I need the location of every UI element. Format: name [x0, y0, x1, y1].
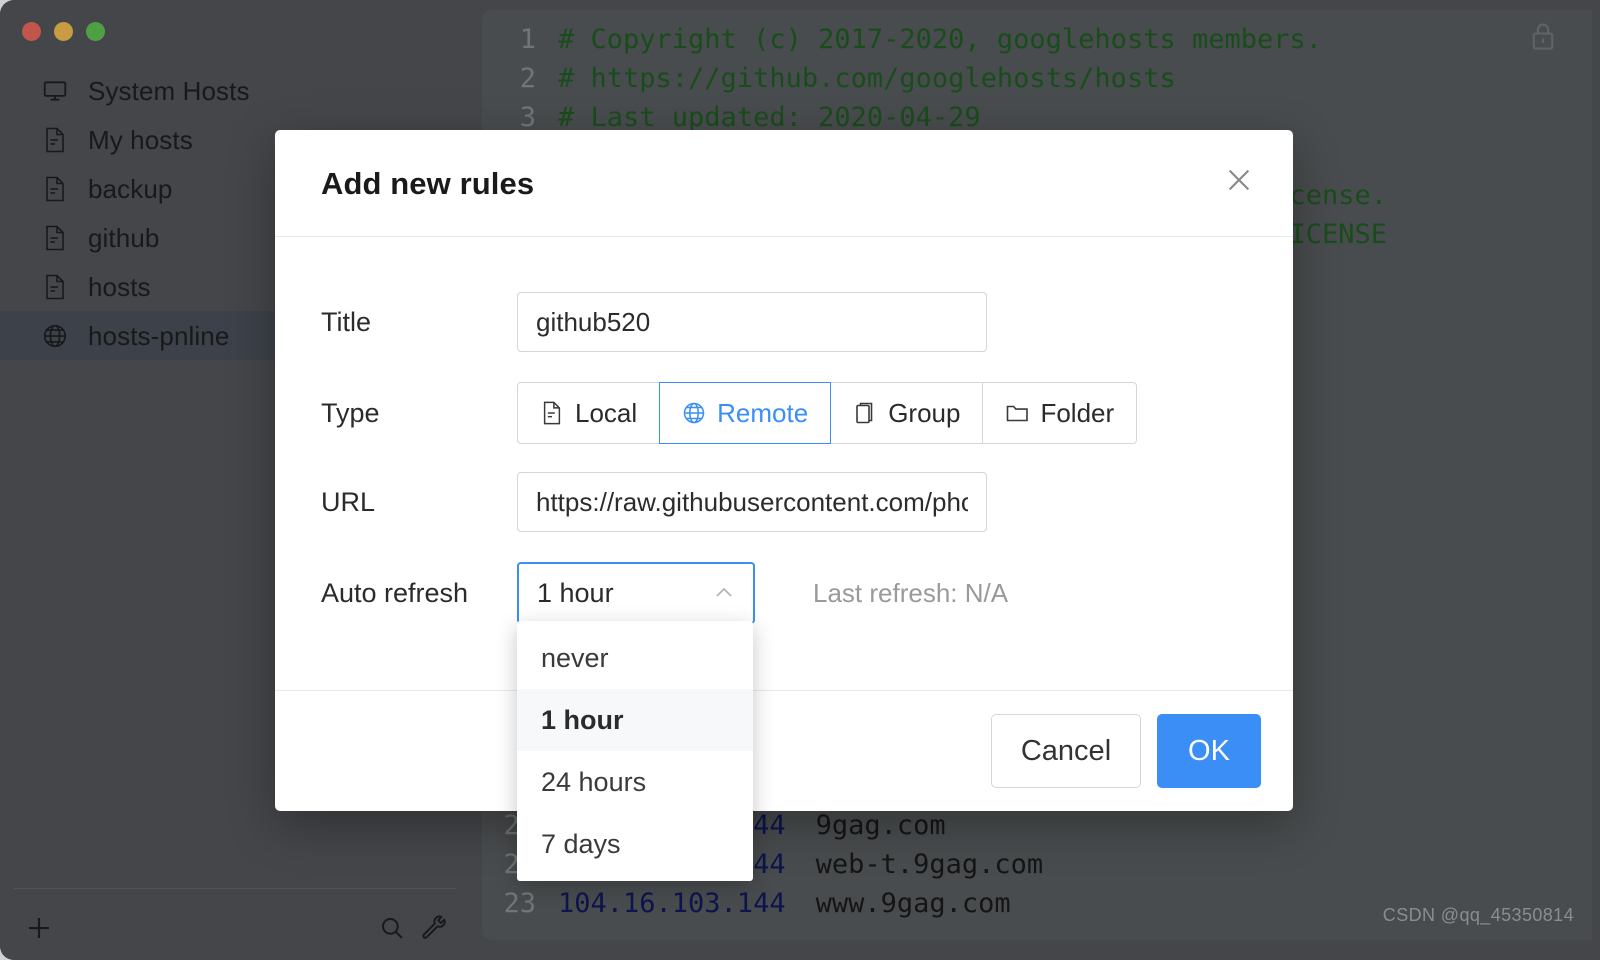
sidebar-item-label: hosts-pnline — [88, 320, 230, 351]
line-number: 3 — [519, 102, 536, 133]
app-root: System Hosts My hosts backup github host… — [0, 0, 1600, 960]
sidebar-item-label: System Hosts — [88, 75, 250, 106]
search-icon — [379, 915, 405, 946]
type-option-folder[interactable]: Folder — [983, 382, 1138, 444]
type-option-remote[interactable]: Remote — [659, 382, 832, 444]
last-refresh-status: Last refresh: N/A — [813, 577, 1009, 608]
code-line: 2 # https://github.com/googlehosts/hosts — [482, 63, 1592, 102]
sidebar-item-label: hosts — [88, 271, 151, 302]
line-text: # Last updated: 2020-04-29 — [558, 102, 981, 133]
auto-refresh-select[interactable]: 1 hour — [517, 562, 755, 624]
type-option-local[interactable]: Local — [517, 382, 661, 444]
title-input[interactable] — [517, 292, 987, 352]
type-option-label: Folder — [1040, 397, 1115, 428]
ok-button[interactable]: OK — [1157, 714, 1261, 788]
add-new-rules-dialog: Add new rules Title Type — [275, 130, 1293, 811]
dropdown-option-1-hour[interactable]: 1 hour — [517, 689, 753, 751]
type-segmented-control: Local Remote Group Folder — [517, 382, 1138, 444]
file-icon — [42, 225, 68, 251]
chevron-up-icon — [711, 580, 737, 606]
line-text: # https://github.com/googlehosts/hosts — [558, 63, 1176, 94]
dialog-body: Title Type Local — [275, 237, 1293, 690]
type-option-group[interactable]: Group — [831, 382, 984, 444]
type-option-label: Local — [575, 397, 638, 428]
folder-icon — [1005, 401, 1029, 425]
dropdown-option-24-hours[interactable]: 24 hours — [517, 751, 753, 813]
sidebar-footer — [0, 888, 470, 960]
sidebar-item-label: My hosts — [88, 124, 193, 155]
search-button[interactable] — [375, 913, 409, 947]
add-rule-button[interactable] — [22, 913, 56, 947]
window-traffic-lights — [22, 22, 105, 41]
globe-icon — [682, 401, 706, 425]
auto-refresh-label: Auto refresh — [321, 577, 469, 608]
line-host: 9gag.com — [815, 810, 946, 841]
dropdown-option-never[interactable]: never — [517, 627, 753, 689]
type-option-label: Group — [888, 397, 961, 428]
form-row-auto-refresh: Auto refresh 1 hour Last refresh: N/A — [275, 562, 1293, 624]
monitor-icon — [42, 78, 68, 104]
line-number: 23 — [503, 888, 536, 919]
url-label: URL — [321, 486, 376, 517]
plus-icon — [24, 913, 54, 948]
dialog-title: Add new rules — [321, 166, 535, 201]
file-icon — [42, 127, 68, 153]
auto-refresh-dropdown: never 1 hour 24 hours 7 days — [517, 621, 753, 881]
close-dialog-button[interactable] — [1221, 164, 1257, 200]
dialog-header: Add new rules — [275, 130, 1293, 237]
line-ip: 104.16.103.144 — [558, 888, 786, 919]
close-icon — [1223, 164, 1255, 201]
type-label: Type — [321, 397, 380, 428]
dropdown-option-7-days[interactable]: 7 days — [517, 813, 753, 875]
maximize-window-button[interactable] — [86, 22, 105, 41]
file-icon — [540, 401, 564, 425]
minimize-window-button[interactable] — [54, 22, 73, 41]
auto-refresh-selected-value: 1 hour — [537, 577, 614, 608]
stack-icon — [853, 401, 877, 425]
line-number: 2 — [519, 63, 536, 94]
wrench-icon — [422, 915, 448, 946]
sidebar-item-label: backup — [88, 173, 173, 204]
watermark: CSDN @qq_45350814 — [1382, 905, 1574, 925]
title-label: Title — [321, 306, 372, 337]
sidebar-item-label: github — [88, 222, 160, 253]
cancel-button[interactable]: Cancel — [991, 714, 1141, 788]
sidebar-item-system-hosts[interactable]: System Hosts — [0, 66, 470, 115]
dialog-footer: Cancel OK — [275, 690, 1293, 811]
globe-icon — [42, 323, 68, 349]
line-number: 1 — [519, 24, 536, 55]
form-row-type: Type Local Remote Group Folder — [275, 382, 1293, 444]
line-host: web-t.9gag.com — [815, 849, 1044, 880]
line-host: www.9gag.com — [815, 888, 1011, 919]
line-text: # Copyright (c) 2017-2020, googlehosts m… — [558, 24, 1323, 55]
lock-icon[interactable] — [1530, 22, 1556, 52]
form-row-title: Title — [275, 292, 1293, 352]
file-icon — [42, 274, 68, 300]
form-row-url: URL — [275, 472, 1293, 532]
code-line: 1 # Copyright (c) 2017-2020, googlehosts… — [482, 24, 1592, 63]
close-window-button[interactable] — [22, 22, 41, 41]
file-icon — [42, 176, 68, 202]
auto-refresh-select-wrap: 1 hour — [517, 562, 755, 624]
footer-divider — [14, 888, 456, 889]
settings-button[interactable] — [418, 913, 452, 947]
type-option-label: Remote — [717, 397, 809, 428]
url-input[interactable] — [517, 472, 987, 532]
